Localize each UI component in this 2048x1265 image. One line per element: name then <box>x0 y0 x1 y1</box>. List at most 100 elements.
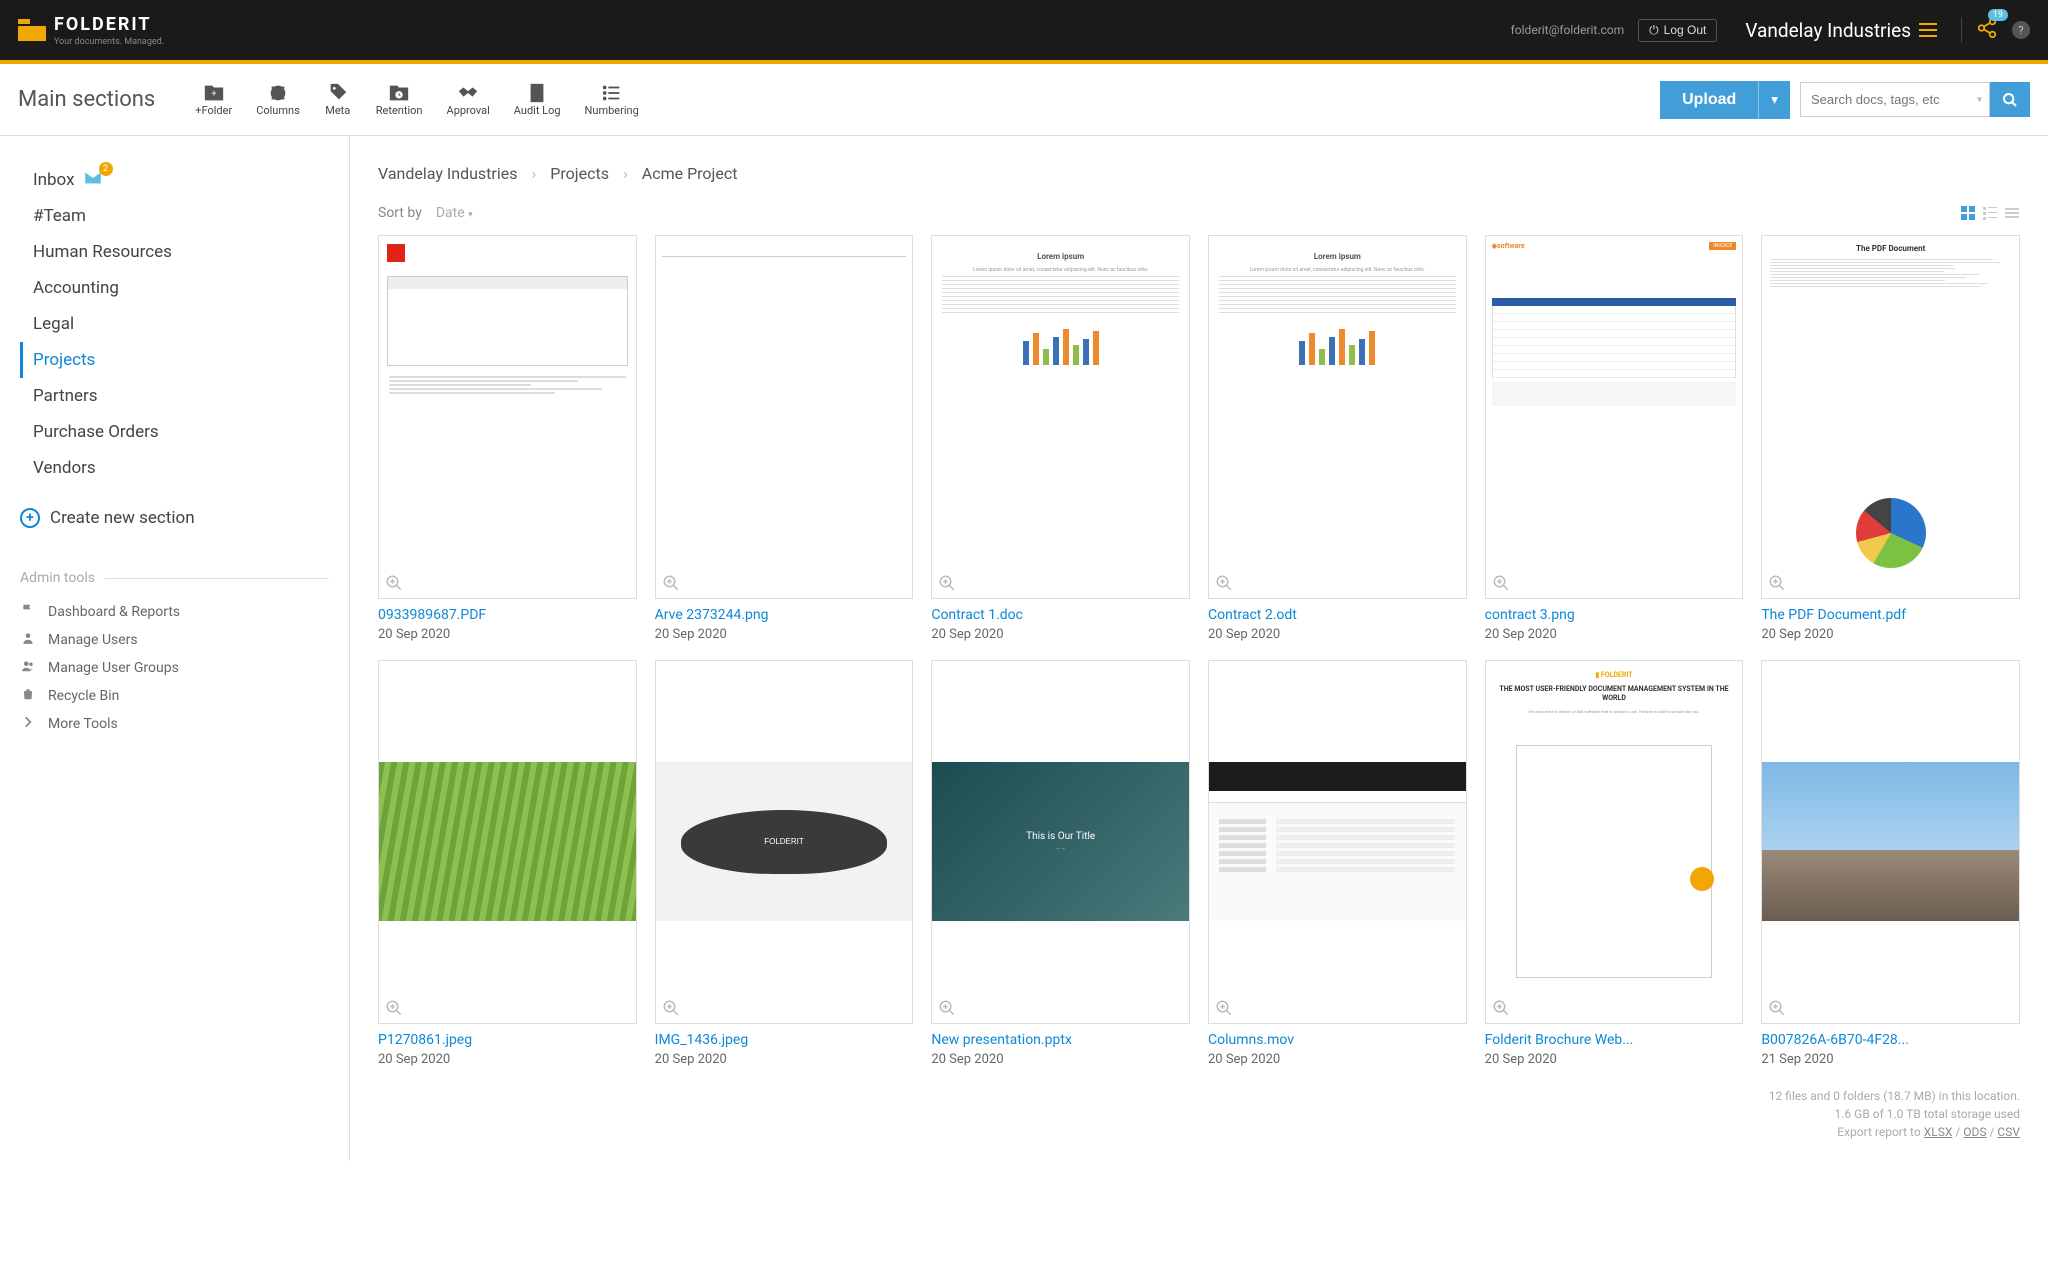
share-badge: 19 <box>1988 9 2008 21</box>
tool-label: +Folder <box>195 104 232 117</box>
sidebar-item-partners[interactable]: Partners <box>20 378 329 414</box>
admin-item-label: More Tools <box>48 716 118 732</box>
footer-stats: 12 files and 0 folders (18.7 MB) in this… <box>378 1087 2020 1141</box>
tool-retention[interactable]: Retention <box>376 82 423 117</box>
file-thumbnail[interactable]: The PDF Document <box>1761 235 2020 599</box>
zoom-icon[interactable] <box>938 999 956 1017</box>
file-thumbnail[interactable] <box>1761 660 2020 1024</box>
sidebar-item-projects[interactable]: Projects <box>20 342 329 378</box>
logo[interactable]: FOLDERIT Your documents. Managed. <box>18 14 164 47</box>
file-date: 20 Sep 2020 <box>1485 627 1744 642</box>
export-ods-link[interactable]: ODS <box>1963 1125 1986 1139</box>
zoom-icon[interactable] <box>385 999 403 1017</box>
sidebar-item-human-resources[interactable]: Human Resources <box>20 234 329 270</box>
file-name[interactable]: Arve 2373244.png <box>655 607 914 623</box>
file-thumbnail[interactable] <box>378 660 637 1024</box>
file-date: 20 Sep 2020 <box>1485 1052 1744 1067</box>
file-date: 20 Sep 2020 <box>1208 1052 1467 1067</box>
tree-view-icon[interactable] <box>1982 205 1998 221</box>
tool-add-folder[interactable]: + +Folder <box>195 82 232 117</box>
admin-item-manage-user-groups[interactable]: Manage User Groups <box>20 654 329 682</box>
zoom-icon[interactable] <box>385 574 403 592</box>
file-name[interactable]: B007826A-6B70-4F28... <box>1761 1032 2020 1048</box>
admin-item-dashboard-reports[interactable]: Dashboard & Reports <box>20 598 329 626</box>
file-thumbnail[interactable] <box>655 235 914 599</box>
account-email: folderit@folderit.com <box>1511 23 1625 37</box>
file-name[interactable]: Contract 1.doc <box>931 607 1190 623</box>
file-thumbnail[interactable]: ◆softwareINVOICE <box>1485 235 1744 599</box>
file-card: ▮ FOLDERITTHE MOST USER-FRIENDLY DOCUMEN… <box>1485 660 1744 1067</box>
zoom-icon[interactable] <box>938 574 956 592</box>
tool-columns[interactable]: Columns <box>256 82 300 117</box>
zoom-icon[interactable] <box>1768 574 1786 592</box>
upload-button[interactable]: Upload <box>1660 81 1758 119</box>
search-caret-icon[interactable]: ▾ <box>1977 94 1982 105</box>
file-name[interactable]: Columns.mov <box>1208 1032 1467 1048</box>
zoom-icon[interactable] <box>1768 999 1786 1017</box>
upload-dropdown-button[interactable]: ▾ <box>1758 81 1790 119</box>
admin-item-recycle-bin[interactable]: Recycle Bin <box>20 682 329 710</box>
plus-circle-icon: + <box>20 508 40 528</box>
retention-icon <box>385 82 413 104</box>
sidebar-item-accounting[interactable]: Accounting <box>20 270 329 306</box>
tool-meta[interactable]: Meta <box>324 82 352 117</box>
export-csv-link[interactable]: CSV <box>1997 1125 2020 1139</box>
file-name[interactable]: 0933989687.PDF <box>378 607 637 623</box>
sort-value[interactable]: Date ▾ <box>436 205 473 221</box>
share-icon[interactable]: 19 <box>1976 17 1998 43</box>
file-name[interactable]: Contract 2.odt <box>1208 607 1467 623</box>
sidebar-item--team[interactable]: #Team <box>20 198 329 234</box>
zoom-icon[interactable] <box>1215 999 1233 1017</box>
flag-icon <box>20 603 36 621</box>
zoom-icon[interactable] <box>1215 574 1233 592</box>
sidebar-item-purchase-orders[interactable]: Purchase Orders <box>20 414 329 450</box>
company-menu-icon[interactable] <box>1919 23 1937 37</box>
file-card: The PDF DocumentThe PDF Document.pdf20 S… <box>1761 235 2020 642</box>
search-button[interactable] <box>1990 82 2030 117</box>
file-date: 20 Sep 2020 <box>655 1052 914 1067</box>
file-thumbnail[interactable]: Lorem ipsumLorem ipsum dolor sit amet, c… <box>931 235 1190 599</box>
zoom-icon[interactable] <box>1492 574 1510 592</box>
file-thumbnail[interactable] <box>1208 660 1467 1024</box>
file-name[interactable]: IMG_1436.jpeg <box>655 1032 914 1048</box>
file-card: This is Our Title— — New presentation.ppt… <box>931 660 1190 1067</box>
breadcrumb-item[interactable]: Vandelay Industries <box>378 164 517 183</box>
export-xlsx-link[interactable]: XLSX <box>1924 1125 1953 1139</box>
footer-line: 1.6 GB of 1.0 TB total storage used <box>378 1105 2020 1123</box>
tool-approval[interactable]: Approval <box>447 82 490 117</box>
help-icon[interactable]: ? <box>2012 21 2030 39</box>
file-name[interactable]: Folderit Brochure Web... <box>1485 1032 1744 1048</box>
search-input[interactable] <box>1800 82 1990 117</box>
logout-button[interactable]: ⏻ Log Out <box>1638 19 1717 42</box>
sidebar-item-inbox[interactable]: Inbox2 <box>20 162 329 198</box>
file-thumbnail[interactable] <box>378 235 637 599</box>
main: Vandelay Industries › Projects › Acme Pr… <box>350 136 2048 1161</box>
file-thumbnail[interactable]: ▮ FOLDERITTHE MOST USER-FRIENDLY DOCUMEN… <box>1485 660 1744 1024</box>
chevron-down-icon: ▾ <box>468 210 473 220</box>
list-view-icon[interactable] <box>2004 205 2020 221</box>
file-name[interactable]: New presentation.pptx <box>931 1032 1190 1048</box>
file-thumbnail[interactable]: FOLDERIT <box>655 660 914 1024</box>
breadcrumb-item[interactable]: Acme Project <box>642 164 738 183</box>
file-thumbnail[interactable]: Lorem ipsumLorem ipsum dolor sit amet, c… <box>1208 235 1467 599</box>
file-card: B007826A-6B70-4F28...21 Sep 2020 <box>1761 660 2020 1067</box>
file-thumbnail[interactable]: This is Our Title— — <box>931 660 1190 1024</box>
file-date: 20 Sep 2020 <box>378 1052 637 1067</box>
breadcrumb-item[interactable]: Projects <box>550 164 609 183</box>
tool-audit-log[interactable]: Audit Log <box>514 82 561 117</box>
sidebar-item-vendors[interactable]: Vendors <box>20 450 329 486</box>
company-name[interactable]: Vandelay Industries <box>1745 19 1911 42</box>
create-section-button[interactable]: + Create new section <box>20 508 329 528</box>
admin-item-manage-users[interactable]: Manage Users <box>20 626 329 654</box>
file-name[interactable]: contract 3.png <box>1485 607 1744 623</box>
grid-view-icon[interactable] <box>1960 205 1976 221</box>
tool-numbering[interactable]: Numbering <box>585 82 639 117</box>
file-name[interactable]: P1270861.jpeg <box>378 1032 637 1048</box>
create-section-label: Create new section <box>50 508 195 528</box>
zoom-icon[interactable] <box>1492 999 1510 1017</box>
zoom-icon[interactable] <box>662 999 680 1017</box>
admin-item-more-tools[interactable]: More Tools <box>20 710 329 738</box>
zoom-icon[interactable] <box>662 574 680 592</box>
sidebar-item-legal[interactable]: Legal <box>20 306 329 342</box>
file-name[interactable]: The PDF Document.pdf <box>1761 607 2020 623</box>
